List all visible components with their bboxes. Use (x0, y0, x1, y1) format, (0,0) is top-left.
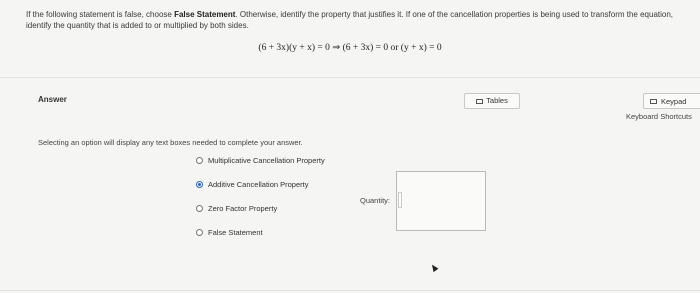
question-part1: If the following statement is false, cho… (26, 10, 175, 19)
option-multiplicative-cancellation[interactable]: Multiplicative Cancellation Property (196, 156, 325, 165)
tables-button-label: Tables (486, 96, 508, 105)
option-zero-factor[interactable]: Zero Factor Property (196, 204, 277, 213)
keypad-icon (650, 98, 657, 104)
radio-button[interactable] (196, 157, 203, 164)
answer-instruction: Selecting an option will display any tex… (38, 138, 303, 147)
radio-button[interactable] (196, 229, 203, 236)
option-label: Additive Cancellation Property (208, 180, 309, 189)
divider-bottom (0, 290, 700, 291)
keypad-button[interactable]: Keypad (643, 93, 700, 109)
option-additive-cancellation[interactable]: Additive Cancellation Property (196, 180, 308, 189)
table-icon (476, 98, 484, 104)
false-statement-emphasis: False Statement (174, 10, 236, 19)
quantity-input[interactable] (398, 192, 402, 208)
radio-button-selected[interactable] (196, 181, 203, 188)
option-false-statement[interactable]: False Statement (196, 228, 263, 237)
tables-button[interactable]: Tables (464, 93, 520, 109)
question-text: If the following statement is false, cho… (26, 9, 686, 31)
radio-button[interactable] (196, 205, 203, 212)
divider (0, 77, 700, 78)
keypad-button-label: Keypad (661, 96, 687, 106)
answer-heading: Answer (38, 95, 67, 104)
quantity-answer-box (396, 171, 486, 231)
quantity-label: Quantity: (360, 196, 391, 205)
option-label: Multiplicative Cancellation Property (208, 156, 325, 165)
keyboard-shortcuts-link[interactable]: Keyboard Shortcuts (626, 112, 692, 121)
equation: (6 + 3x)(y + x) = 0 ⇒ (6 + 3x) = 0 or (y… (258, 43, 442, 53)
option-label: False Statement (208, 228, 263, 237)
option-label: Zero Factor Property (208, 204, 278, 213)
mouse-cursor-icon (429, 262, 439, 273)
